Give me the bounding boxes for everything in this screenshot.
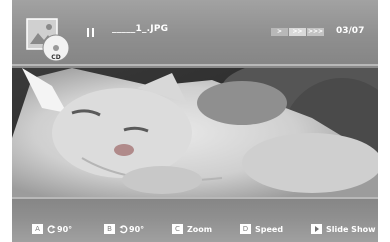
control-bar: A 90° B 90° C Zoom D Speed Slide Show [12,197,378,242]
rotate-left-icon [47,224,56,233]
key-a: A [32,224,43,234]
key-d: D [240,224,251,234]
rotate-left-button[interactable]: A 90° [32,223,72,235]
rotate-right-label: 90° [129,224,145,234]
key-b: B [104,224,115,234]
slide-show-label: Slide Show [326,224,376,234]
speed-normal: >> [289,28,306,36]
top-divider [12,64,378,66]
pause-icon [87,28,95,37]
photo-cd-icon: CD [26,18,70,62]
file-name: _____1_.JPG [112,24,169,34]
speed-label: Speed [255,224,284,234]
slideshow-speed-indicator: > >> >>> [271,28,325,37]
slide-show-button[interactable]: Slide Show [311,223,376,235]
rotate-right-icon [119,224,128,233]
bottom-divider [12,197,378,199]
disc-badge: CD [51,54,60,61]
zoom-label: Zoom [187,224,213,234]
page-counter: 03/07 [336,26,365,36]
speed-slow: > [271,28,288,36]
speed-button[interactable]: D Speed [240,223,283,235]
key-c: C [172,224,183,234]
rotate-right-button[interactable]: B 90° [104,223,144,235]
play-icon [311,224,322,234]
speed-fast: >>> [307,28,324,36]
zoom-button[interactable]: C Zoom [172,223,212,235]
photo-viewer-screen: CD _____1_.JPG > >> >>> 03/07 A 90° B 90… [12,0,378,242]
rotate-left-label: 90° [57,224,73,234]
info-bar: CD _____1_.JPG > >> >>> 03/07 [12,0,378,66]
photo-display [12,68,378,197]
